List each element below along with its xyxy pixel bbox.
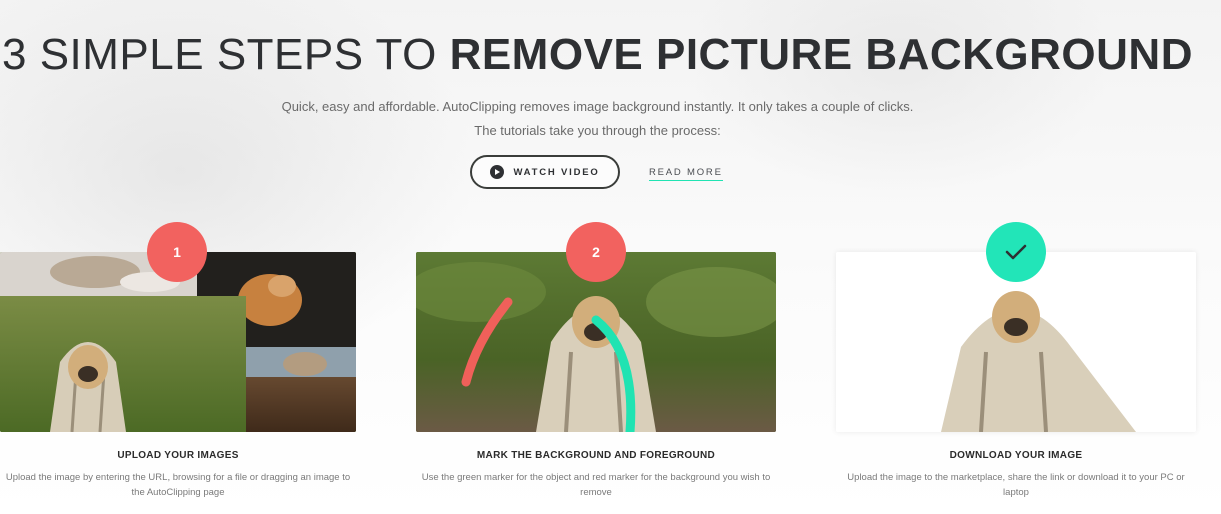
step-1-badge: 1 [147, 222, 207, 282]
steps-section: 3 SIMPLE STEPS TO REMOVE PICTURE BACKGRO… [0, 0, 1221, 514]
subtitle-line-2: The tutorials take you through the proce… [474, 123, 721, 138]
step-2-badge: 2 [566, 222, 626, 282]
watch-video-label: WATCH VIDEO [513, 166, 600, 178]
play-icon [490, 165, 505, 179]
checkmark-icon [1005, 244, 1027, 260]
step-3-title: DOWNLOAD YOUR IMAGE [949, 450, 1083, 461]
page-title: 3 SIMPLE STEPS TO REMOVE PICTURE BACKGRO… [0, 30, 1195, 80]
step-1-title: UPLOAD YOUR IMAGES [117, 450, 239, 461]
step-2-title: MARK THE BACKGROUND AND FOREGROUND [476, 450, 716, 461]
step-3-description: Upload the image to the marketplace, sha… [847, 472, 1185, 498]
title-bold-part: REMOVE PICTURE BACKGROUND [449, 30, 1193, 79]
read-more-link[interactable]: READ MORE [649, 167, 723, 181]
step-3-badge [986, 222, 1046, 282]
step-2-description: Use the green marker for the object and … [421, 472, 771, 498]
watch-video-button[interactable]: WATCH VIDEO [470, 155, 620, 189]
title-light-part: 3 SIMPLE STEPS TO [2, 30, 450, 79]
step-1-description: Upload the image by entering the URL, br… [5, 472, 351, 498]
subtitle-line-1: Quick, easy and affordable. AutoClipping… [281, 99, 914, 114]
